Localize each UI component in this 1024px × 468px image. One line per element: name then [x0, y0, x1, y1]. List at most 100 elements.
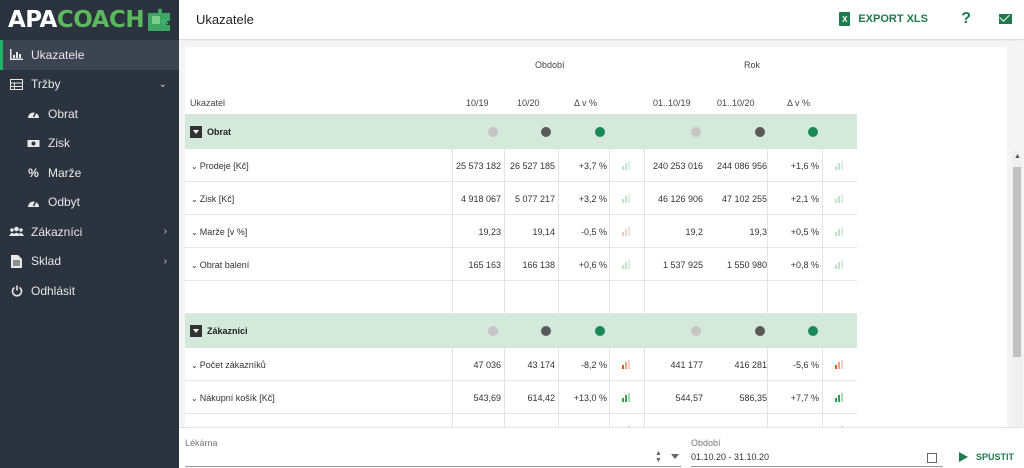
- sidebar-item-ukazatele[interactable]: Ukazatele: [0, 40, 179, 70]
- light-dot-icon: [488, 127, 498, 137]
- column-divider: [609, 182, 610, 215]
- table-row[interactable]: ⌄Zisk z nákupního košíku [Kč]104,56117,6…: [185, 414, 857, 427]
- sidebar-item-obrat[interactable]: Obrat: [0, 99, 179, 129]
- calendar-icon[interactable]: [927, 453, 937, 463]
- sidebar-item-label: Zisk: [48, 136, 70, 151]
- column-divider: [504, 381, 505, 414]
- cell-pdelta: -0,5 %: [580, 227, 607, 237]
- column-divider: [504, 182, 505, 215]
- section-header[interactable]: Zákazníci: [185, 314, 857, 348]
- chevron-down-icon: ⌄: [191, 162, 198, 171]
- sidebar-item-trzby[interactable]: Tržby ⌄: [0, 70, 179, 100]
- row-label[interactable]: ⌄ Nákupní košík [Kč]: [191, 393, 275, 403]
- column-divider: [767, 414, 768, 427]
- cell-y2: 1 550 980: [726, 260, 767, 270]
- scroll-up-icon[interactable]: ▲: [1014, 153, 1021, 160]
- header-p2: 10/20: [517, 98, 540, 108]
- column-divider: [558, 281, 559, 314]
- sidebar-item-label: Marže: [48, 165, 82, 180]
- collapse-toggle-icon[interactable]: [190, 325, 202, 337]
- trend-bars-icon: [622, 260, 632, 269]
- row-label[interactable]: ⌄ Počet zákazníků: [191, 360, 266, 370]
- sidebar-item-label: Zákazníci: [31, 224, 83, 239]
- content-area: Období Rok Ukazatel 10/19 10/20 Δ v % 01…: [179, 41, 1024, 467]
- cell-y2: 244 086 956: [716, 161, 767, 171]
- period-input[interactable]: 01.10.20 - 31.10.20: [691, 452, 769, 462]
- table-row[interactable]: ⌄ Zisk [Kč] 4 918 067 5 077 217 +3,2 % 46 126…: [185, 182, 857, 215]
- cell-y2: 586,35: [739, 393, 767, 403]
- sidebar-item-label: Tržby: [31, 77, 61, 92]
- column-divider: [504, 149, 505, 182]
- header-ydelta: Δ v %: [787, 98, 811, 108]
- dark-dot-icon: [755, 127, 765, 137]
- row-label[interactable]: ⌄ Zisk [Kč]: [191, 194, 234, 204]
- column-divider: [767, 149, 768, 182]
- cell-ydelta: +2,1 %: [790, 194, 819, 204]
- run-button[interactable]: SPUSTIT: [959, 452, 1014, 462]
- export-xls-button[interactable]: X EXPORT XLS: [839, 12, 928, 26]
- table-row[interactable]: ⌄ Prodeje [Kč] 25 573 182 26 527 185 +3,7 % 2…: [185, 149, 857, 182]
- chevron-down-icon[interactable]: [671, 454, 679, 459]
- sidebar-item-zisk[interactable]: Zisk: [0, 129, 179, 159]
- column-divider: [609, 248, 610, 281]
- table-row[interactable]: ⌄ Obrat balení 165 163 166 138 +0,6 % 1 537 9…: [185, 248, 857, 281]
- cell-pdelta: +3,2 %: [578, 194, 607, 204]
- dark-dot-icon: [541, 127, 551, 137]
- table-row[interactable]: ⌄ Nákupní košík [Kč] 543,69 614,42 +13,0 % 54…: [185, 381, 857, 414]
- header-indicator: Ukazatel: [190, 98, 226, 108]
- chevron-down-icon: ⌄: [191, 361, 198, 370]
- cell-y1: 544,57: [675, 393, 703, 403]
- sidebar-item-marze[interactable]: % Marže: [0, 158, 179, 188]
- sidebar-item-zakaznici[interactable]: Zákazníci ›: [0, 217, 179, 247]
- scroll-thumb[interactable]: [1013, 167, 1021, 357]
- logo: APACOACH «: [0, 0, 179, 40]
- dark-dot-icon: [541, 326, 551, 336]
- column-divider: [767, 215, 768, 248]
- column-divider: [609, 348, 610, 381]
- trend-bars-icon: [622, 161, 632, 170]
- power-icon: [9, 284, 24, 297]
- row-label[interactable]: ⌄ Prodeje [Kč]: [191, 161, 249, 171]
- column-divider: [822, 381, 823, 414]
- column-divider: [558, 248, 559, 281]
- cell-y2: 416 281: [734, 360, 767, 370]
- sidebar-item-odbyt[interactable]: Odbyt: [0, 188, 179, 218]
- group-period: Období: [535, 60, 565, 70]
- row-label-text: Počet zákazníků: [199, 360, 266, 370]
- column-divider: [452, 381, 453, 414]
- table-row[interactable]: ⌄ Počet zákazníků 47 036 43 174 -8,2 % 441 17…: [185, 348, 857, 381]
- chevron-down-icon: ⌄: [191, 195, 198, 204]
- dark-dot-icon: [755, 326, 765, 336]
- header-y1: 01..10/19: [653, 98, 691, 108]
- spacer-row: [185, 281, 857, 314]
- row-label[interactable]: ⌄ Obrat balení: [191, 260, 249, 270]
- collapse-toggle-icon[interactable]: [190, 126, 202, 138]
- help-icon[interactable]: ?: [961, 10, 971, 28]
- light-dot-icon: [691, 127, 701, 137]
- chevron-down-icon: ⌄: [158, 78, 167, 90]
- money-icon: [26, 137, 41, 150]
- chevron-down-icon: ⌄: [191, 228, 198, 237]
- cell-p1: 19,23: [478, 227, 501, 237]
- cell-ydelta: +0,5 %: [790, 227, 819, 237]
- section-header[interactable]: Obrat: [185, 115, 857, 149]
- green-dot-icon: [808, 326, 818, 336]
- spinner-icon[interactable]: ▲ ▼: [655, 450, 662, 464]
- sidebar-item-label: Ukazatele: [31, 47, 85, 62]
- row-label-text: Obrat balení: [199, 260, 250, 270]
- chevron-down-icon: ⌄: [191, 394, 198, 403]
- cell-p2: 5 077 217: [514, 194, 555, 204]
- sidebar-item-odhlasit[interactable]: Odhlásit: [0, 276, 179, 306]
- row-label[interactable]: ⌄ Marže [v %]: [191, 227, 247, 237]
- vertical-scrollbar[interactable]: ▲ ▼: [1012, 151, 1022, 467]
- collapse-sidebar-icon[interactable]: «: [161, 12, 169, 28]
- table-row[interactable]: ⌄ Marže [v %] 19,23 19,14 -0,5 % 19,2 19,3 +0,5…: [185, 215, 857, 248]
- cell-p2: 43 174: [527, 360, 555, 370]
- cell-pdelta: +3,7 %: [578, 161, 607, 171]
- row-label-text: Nákupní košík [Kč]: [199, 393, 275, 403]
- green-dot-icon: [595, 326, 605, 336]
- trend-bars-icon: [622, 360, 632, 369]
- column-divider: [504, 248, 505, 281]
- mail-icon[interactable]: [999, 14, 1012, 24]
- sidebar-item-sklad[interactable]: Sklad ›: [0, 247, 179, 277]
